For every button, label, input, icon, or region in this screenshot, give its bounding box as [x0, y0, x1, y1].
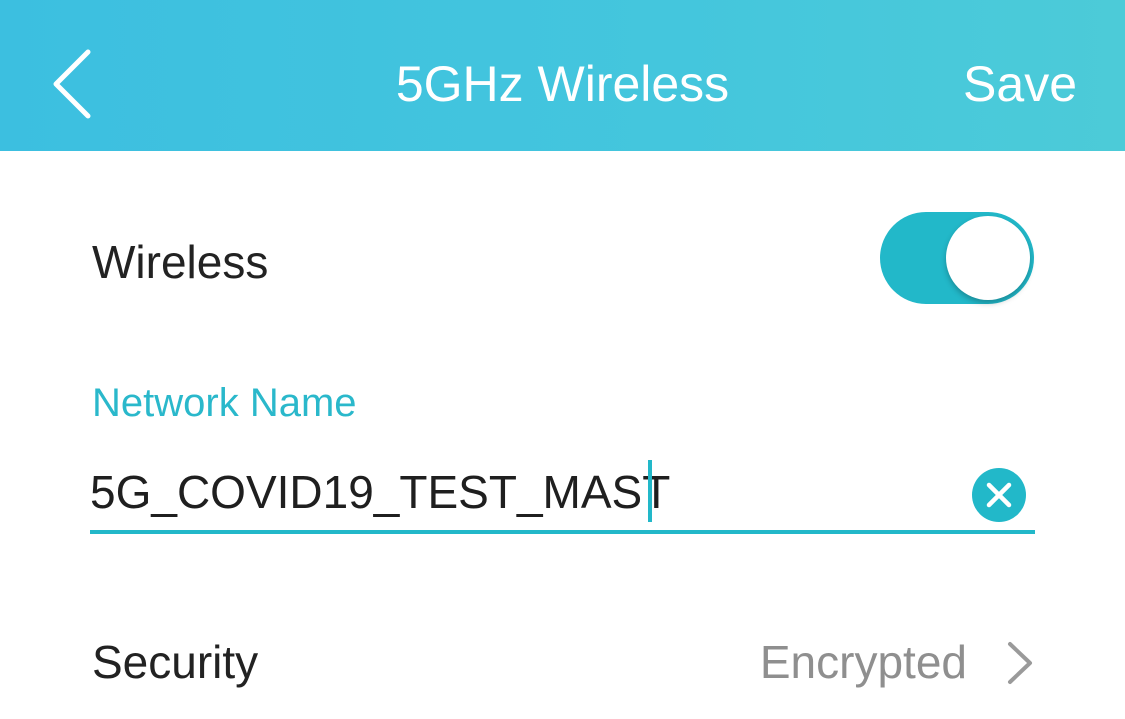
top-nav-bar: 5GHz Wireless Save	[0, 0, 1125, 151]
clear-circle-icon	[972, 468, 1026, 522]
security-value: Encrypted	[759, 636, 967, 688]
save-button[interactable]: Save	[963, 56, 1077, 112]
wireless-label: Wireless	[92, 236, 269, 288]
network-name-input[interactable]	[90, 462, 950, 522]
chevron-right-icon	[1002, 638, 1038, 688]
chevron-left-icon	[40, 40, 110, 124]
back-button[interactable]	[40, 40, 110, 124]
wireless-toggle[interactable]	[880, 212, 1034, 304]
network-name-underline	[90, 530, 1035, 534]
clear-input-button[interactable]	[972, 468, 1026, 522]
text-cursor	[648, 460, 652, 522]
toggle-knob	[946, 216, 1030, 300]
page-title: 5GHz Wireless	[395, 56, 730, 112]
security-label: Security	[92, 636, 259, 688]
network-name-label: Network Name	[92, 381, 357, 425]
